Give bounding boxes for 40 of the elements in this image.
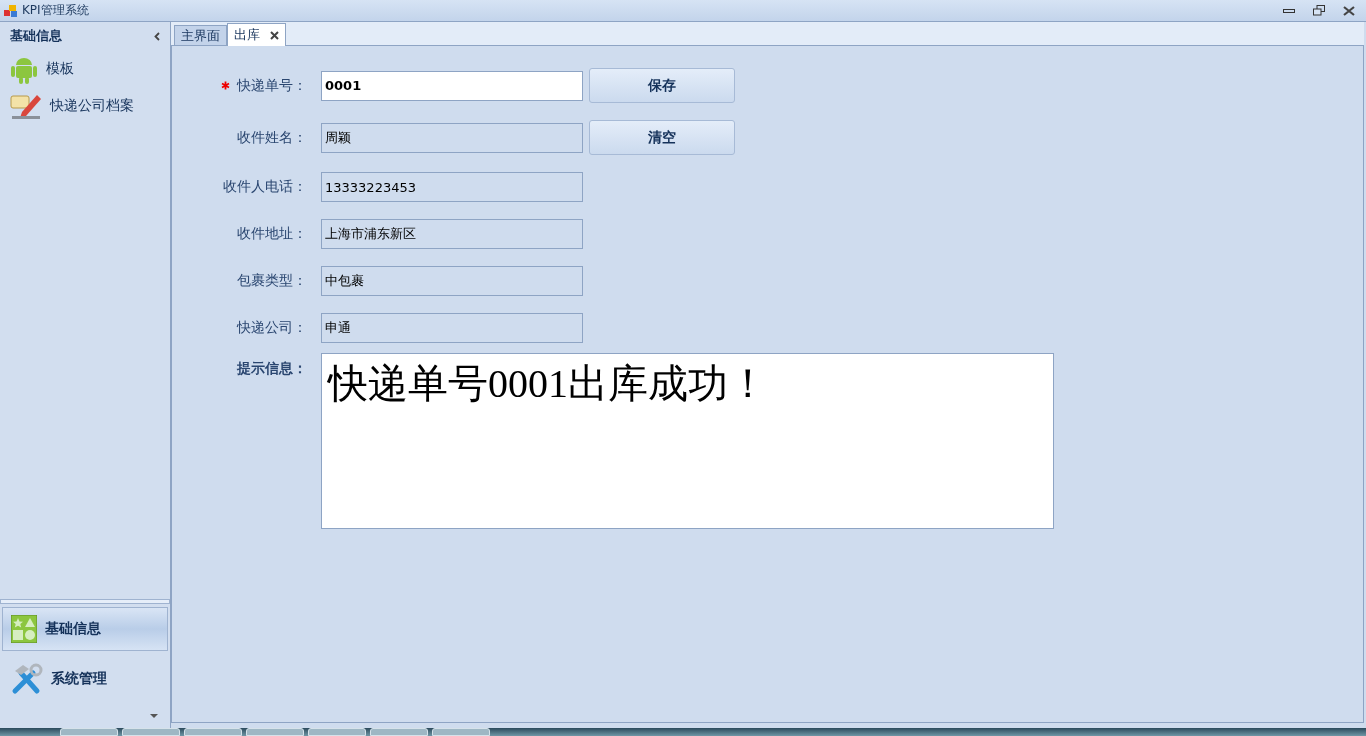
shapes-icon <box>11 615 37 643</box>
tools-icon <box>11 663 43 695</box>
taskbar-button[interactable] <box>246 728 304 736</box>
tab[interactable]: 出库 <box>227 23 286 46</box>
taskbar-button[interactable] <box>432 728 490 736</box>
clear-button[interactable]: 清空 <box>589 120 735 155</box>
taskbar-button[interactable] <box>308 728 366 736</box>
taskbar-button[interactable] <box>184 728 242 736</box>
taskbar-button[interactable] <box>370 728 428 736</box>
tab[interactable]: 主界面 <box>174 25 227 45</box>
input-field[interactable]: 上海市浦东新区 <box>321 219 583 249</box>
message-field[interactable]: 快递单号0001出库成功！ <box>321 353 1054 529</box>
field-label: 快递公司： <box>237 319 307 337</box>
window-title: KPI管理系统 <box>22 2 90 19</box>
sidebar-item[interactable]: 快递公司档案 <box>0 87 170 124</box>
field-label: 提示信息： <box>237 360 307 378</box>
sidebar-title: 基础信息 <box>10 27 62 45</box>
app-icon <box>4 3 18 18</box>
input-field[interactable]: 0001 <box>321 70 583 101</box>
input-field[interactable]: 申通 <box>321 313 583 343</box>
close-icon[interactable] <box>270 30 279 40</box>
save-button[interactable]: 保存 <box>589 68 735 103</box>
sidebar-item[interactable]: 模板 <box>0 50 170 87</box>
field-label: 收件姓名： <box>237 128 307 147</box>
field-label: 收件地址： <box>237 225 307 243</box>
field-label: 快递单号： <box>237 76 307 95</box>
nav-group-button[interactable]: 系统管理 <box>2 657 168 701</box>
nav-group-button[interactable]: 基础信息 <box>2 607 168 651</box>
minimize-icon[interactable] <box>1283 7 1295 14</box>
dropdown-icon[interactable] <box>150 714 158 718</box>
taskbar-button[interactable] <box>60 728 118 736</box>
input-field[interactable]: 周颖 <box>321 122 583 153</box>
input-field[interactable]: 中包裹 <box>321 266 583 296</box>
taskbar-button[interactable] <box>122 728 180 736</box>
restore-icon[interactable] <box>1313 5 1325 16</box>
input-field[interactable]: 13333223453 <box>321 172 583 202</box>
field-label: 包裹类型： <box>237 272 307 290</box>
collapse-icon[interactable] <box>154 31 160 41</box>
field-label: 收件人电话： <box>223 178 307 196</box>
close-icon[interactable] <box>1343 5 1355 16</box>
